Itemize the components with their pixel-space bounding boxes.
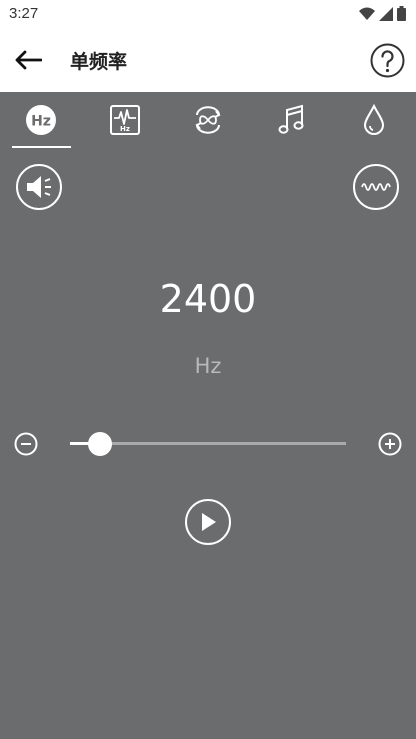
play-button[interactable] bbox=[185, 499, 231, 545]
tab-loop[interactable] bbox=[178, 102, 238, 138]
svg-text:Hz: Hz bbox=[31, 114, 51, 130]
tab-hz[interactable]: Hz bbox=[11, 102, 71, 138]
loop-icon bbox=[195, 106, 221, 134]
arrow-left-icon bbox=[15, 50, 42, 70]
status-time: 3:27 bbox=[9, 5, 39, 22]
volume-button[interactable] bbox=[16, 164, 62, 210]
signal-icon bbox=[379, 6, 393, 21]
frequency-slider-thumb[interactable] bbox=[88, 432, 113, 456]
water-drop-icon bbox=[363, 104, 385, 135]
speaker-icon bbox=[27, 176, 51, 198]
status-icons bbox=[359, 6, 406, 21]
play-icon bbox=[202, 513, 216, 531]
wifi-icon bbox=[359, 7, 375, 20]
tab-music[interactable] bbox=[262, 102, 322, 138]
frequency-value: 2400 bbox=[159, 277, 257, 321]
frequency-unit: Hz bbox=[194, 354, 222, 378]
tab-indicator bbox=[12, 146, 71, 148]
decrease-button[interactable] bbox=[14, 432, 38, 456]
page-title: 单频率 bbox=[70, 51, 128, 73]
tab-sweep[interactable]: Hz bbox=[95, 102, 155, 138]
hz-circle-icon: Hz bbox=[26, 105, 56, 135]
status-bar: 3:27 bbox=[0, 0, 416, 30]
svg-text:Hz: Hz bbox=[120, 125, 130, 133]
music-note-icon bbox=[278, 104, 304, 134]
app-bar: 单频率 bbox=[0, 30, 416, 92]
help-button[interactable] bbox=[370, 43, 405, 78]
increase-button[interactable] bbox=[378, 432, 402, 456]
waveform-hz-icon: Hz bbox=[110, 105, 140, 135]
sine-wave-icon bbox=[361, 183, 391, 191]
minus-circle-icon bbox=[14, 432, 38, 456]
tab-water[interactable] bbox=[344, 102, 404, 138]
plus-circle-icon bbox=[378, 432, 402, 456]
question-circle-icon bbox=[370, 43, 405, 78]
battery-icon bbox=[397, 6, 406, 21]
waveform-button[interactable] bbox=[353, 164, 399, 210]
main-panel: Hz Hz 2400 Hz bbox=[0, 92, 416, 739]
back-button[interactable] bbox=[12, 46, 44, 74]
